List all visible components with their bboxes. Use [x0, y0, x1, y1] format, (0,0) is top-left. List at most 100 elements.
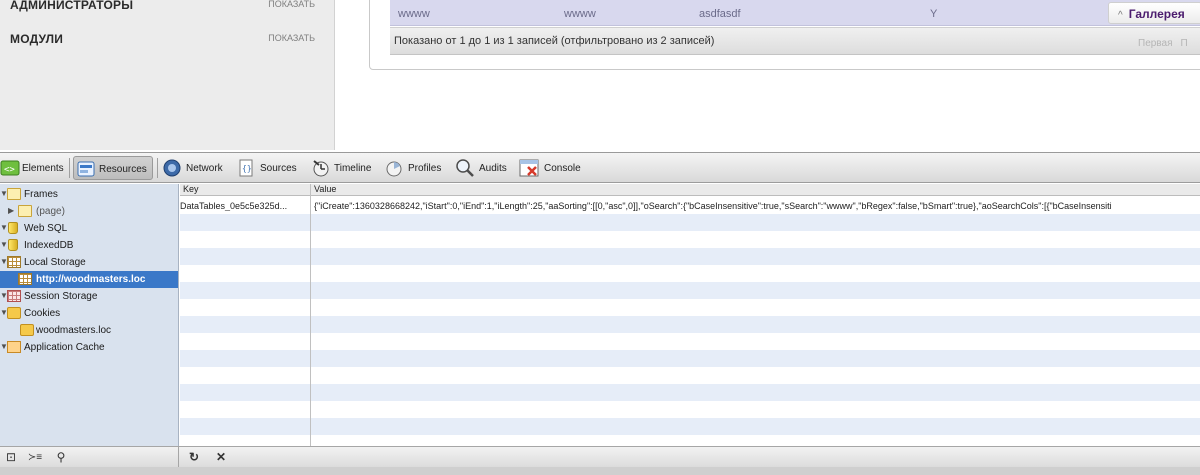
tab-timeline[interactable]: Timeline [311, 156, 377, 180]
tree-item-label: IndexedDB [24, 240, 74, 251]
sidebar-item-title: МОДУЛИ [10, 32, 64, 46]
tree-item-local-storage[interactable]: ▼ Local Storage [0, 254, 178, 271]
storage-grid-icon [7, 256, 21, 268]
table-footer: Показано от 1 до 1 из 1 записей (отфильт… [390, 27, 1200, 55]
storage-data-grid: Key Value DataTables_0e5c5e325d... {"iCr… [180, 184, 1200, 446]
table-cell: wwww [564, 8, 596, 20]
svg-text:<>: <> [4, 165, 15, 175]
cookie-icon [7, 307, 21, 319]
tree-item-application-cache[interactable]: ▼ Application Cache [0, 339, 178, 356]
table-cell: Y [930, 8, 938, 20]
console-icon [519, 159, 539, 177]
toolbar-divider [157, 158, 158, 178]
database-icon [8, 239, 18, 251]
console-toggle-icon[interactable]: ≻≡ [24, 449, 46, 466]
svg-text:{}: {} [242, 164, 252, 173]
tab-label: Console [544, 163, 581, 174]
application-cache-icon [7, 341, 21, 353]
sidebar-item-modules: МОДУЛИ ПОКАЗАТЬ [10, 32, 315, 52]
tree-item-label: http://woodmasters.loc [36, 274, 146, 285]
window-bottom-edge [0, 467, 1200, 475]
resources-tree: ▼ Frames ▶ (page) ▼ Web SQL ▼ IndexedDB … [0, 184, 179, 446]
admin-sidebar: АДМИНИСТРАТОРЫ ПОКАЗАТЬ МОДУЛИ ПОКАЗАТЬ [0, 0, 335, 150]
tab-label: Timeline [334, 163, 372, 174]
search-icon[interactable]: ⚲ [52, 449, 70, 466]
cookie-icon [20, 324, 34, 336]
tree-item-session-storage[interactable]: ▼ Session Storage [0, 288, 178, 305]
expand-arrow-icon[interactable]: ▼ [0, 223, 8, 232]
profiles-icon [386, 161, 402, 177]
tab-label: Profiles [408, 163, 442, 174]
table-info: Показано от 1 до 1 из 1 записей (отфильт… [394, 35, 715, 47]
tab-label: Network [186, 163, 223, 174]
tree-item-label: Cookies [24, 308, 61, 319]
toolbar-divider [69, 158, 70, 178]
elements-icon: <> [0, 160, 20, 176]
folder-icon [7, 188, 21, 200]
show-modules-link[interactable]: ПОКАЗАТЬ [268, 33, 315, 43]
sidebar-item-administrators: АДМИНИСТРАТОРЫ ПОКАЗАТЬ [10, 0, 315, 18]
devtools-toolbar: <> Elements Resources Network {} Sources… [0, 153, 1200, 183]
tree-item-frames[interactable]: ▼ Frames [0, 186, 178, 203]
tree-item-cookies[interactable]: ▼ Cookies [0, 305, 178, 322]
dock-icon[interactable]: ⊡ [2, 449, 20, 466]
collapse-arrow-icon[interactable]: ▶ [8, 206, 16, 215]
datatable-panel: wwww wwww asdfasdf Y ^ Галлерея Показано … [369, 0, 1200, 70]
tree-item-label: Web SQL [24, 223, 68, 234]
tab-label: Audits [479, 163, 507, 174]
storage-grid-icon [7, 290, 21, 302]
tree-item-label: Session Storage [24, 291, 98, 302]
delete-icon[interactable]: ✕ [212, 449, 230, 466]
storage-grid-icon [18, 273, 32, 285]
tab-sources[interactable]: {} Sources [236, 156, 302, 180]
tree-item-cookies-domain[interactable]: woodmasters.loc [0, 322, 178, 339]
gallery-button[interactable]: ^ Галлерея [1108, 2, 1200, 24]
tree-item-web-sql[interactable]: ▼ Web SQL [0, 220, 178, 237]
table-cell: asdfasdf [699, 8, 741, 20]
tab-audits[interactable]: Audits [455, 156, 513, 180]
tree-item-label: (page) [36, 206, 65, 217]
column-header-value[interactable]: Value [314, 184, 336, 194]
sources-icon: {} [239, 159, 253, 177]
sidebar-item-title: АДМИНИСТРАТОРЫ [10, 0, 134, 12]
status-bar-divider [178, 447, 179, 468]
devtools-status-bar: ⊡ ≻≡ ⚲ ↻ ✕ [0, 446, 1200, 468]
devtools-panel: <> Elements Resources Network {} Sources… [0, 152, 1200, 475]
tree-item-indexeddb[interactable]: ▼ IndexedDB [0, 237, 178, 254]
table-row[interactable]: DataTables_0e5c5e325d... {"iCreate":1360… [180, 197, 1200, 214]
expand-arrow-icon[interactable]: ▼ [0, 240, 8, 249]
grid-cell-value: {"iCreate":1360328668242,"iStart":0,"iEn… [314, 201, 1112, 211]
folder-icon [18, 205, 32, 217]
network-icon [163, 159, 181, 177]
tree-item-page[interactable]: ▶ (page) [0, 203, 178, 220]
show-administrators-link[interactable]: ПОКАЗАТЬ [268, 0, 315, 9]
table-cell: wwww [398, 8, 430, 20]
tree-item-label: Application Cache [24, 342, 105, 353]
grid-header: Key Value [180, 184, 1200, 196]
grid-body: DataTables_0e5c5e325d... {"iCreate":1360… [180, 197, 1200, 446]
web-page: АДМИНИСТРАТОРЫ ПОКАЗАТЬ МОДУЛИ ПОКАЗАТЬ … [0, 0, 1200, 150]
tab-label: Resources [99, 164, 147, 175]
tab-label: Sources [260, 163, 297, 174]
pagination: Первая П [1138, 38, 1196, 49]
column-header-key[interactable]: Key [183, 184, 199, 194]
tree-item-local-storage-origin[interactable]: http://woodmasters.loc [0, 271, 178, 288]
tree-item-label: Local Storage [24, 257, 86, 268]
tab-network[interactable]: Network [162, 156, 228, 180]
pager-prev-link[interactable]: П [1181, 38, 1188, 49]
gallery-button-label: Галлерея [1128, 7, 1185, 21]
resources-icon [77, 161, 95, 177]
tab-elements[interactable]: <> Elements [0, 156, 66, 180]
pager-first-link[interactable]: Первая [1138, 38, 1173, 49]
tab-console[interactable]: Console [519, 156, 585, 180]
tab-profiles[interactable]: Profiles [384, 156, 446, 180]
tree-item-label: Frames [24, 189, 58, 200]
tab-label: Elements [22, 163, 64, 174]
table-row[interactable]: wwww wwww asdfasdf Y ^ Галлерея [390, 0, 1200, 26]
tab-resources[interactable]: Resources [73, 156, 153, 180]
database-icon [8, 222, 18, 234]
timeline-icon [313, 160, 329, 177]
tree-item-label: woodmasters.loc [36, 325, 112, 336]
column-divider[interactable] [310, 184, 311, 446]
refresh-icon[interactable]: ↻ [185, 449, 203, 466]
